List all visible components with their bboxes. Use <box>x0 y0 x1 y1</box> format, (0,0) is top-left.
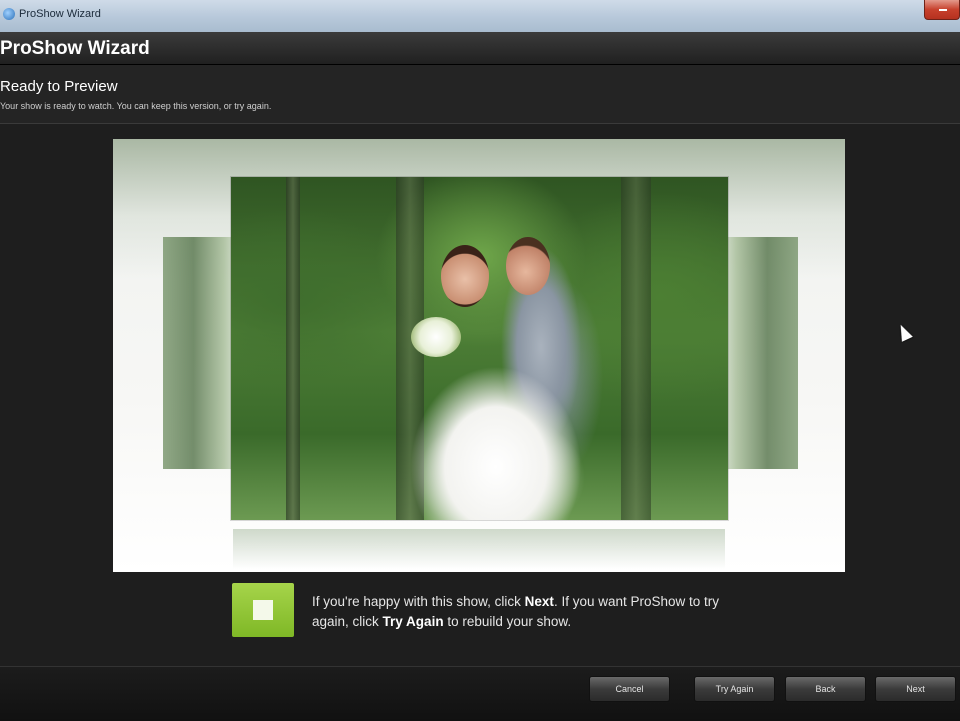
photo-bride-head <box>441 245 489 307</box>
photo-post <box>286 177 300 520</box>
photo-post <box>621 177 651 520</box>
help-text-part: If you're happy with this show, click <box>312 594 525 609</box>
photo-dress <box>411 347 581 520</box>
side-photo-left <box>163 237 239 469</box>
app-icon <box>3 8 15 20</box>
photo-bouquet <box>411 317 461 357</box>
photo-groom-head <box>506 237 550 295</box>
window-title: ProShow Wizard <box>19 8 101 20</box>
play-button[interactable] <box>232 583 294 637</box>
help-text: If you're happy with this show, click Ne… <box>312 592 732 632</box>
window-titlebar: ProShow Wizard <box>0 0 960 33</box>
help-try-word: Try Again <box>382 614 444 629</box>
wizard-title: ProShow Wizard <box>0 38 150 59</box>
step-subtitle: Your show is ready to watch. You can kee… <box>0 101 272 111</box>
cancel-button[interactable]: Cancel <box>589 676 670 702</box>
show-preview[interactable] <box>113 139 845 572</box>
try-again-button[interactable]: Try Again <box>694 676 775 702</box>
step-header: Ready to Preview Your show is ready to w… <box>0 65 960 124</box>
help-text-part: to rebuild your show. <box>443 614 572 629</box>
wizard-header: ProShow Wizard <box>0 32 960 65</box>
next-button[interactable]: Next <box>875 676 956 702</box>
side-photo-right <box>721 237 798 469</box>
close-icon[interactable] <box>924 0 960 20</box>
wedding-photo <box>231 177 728 520</box>
play-icon <box>253 600 273 620</box>
preview-reflection <box>233 529 725 569</box>
back-button[interactable]: Back <box>785 676 866 702</box>
help-next-word: Next <box>524 594 554 609</box>
step-title: Ready to Preview <box>0 78 118 95</box>
